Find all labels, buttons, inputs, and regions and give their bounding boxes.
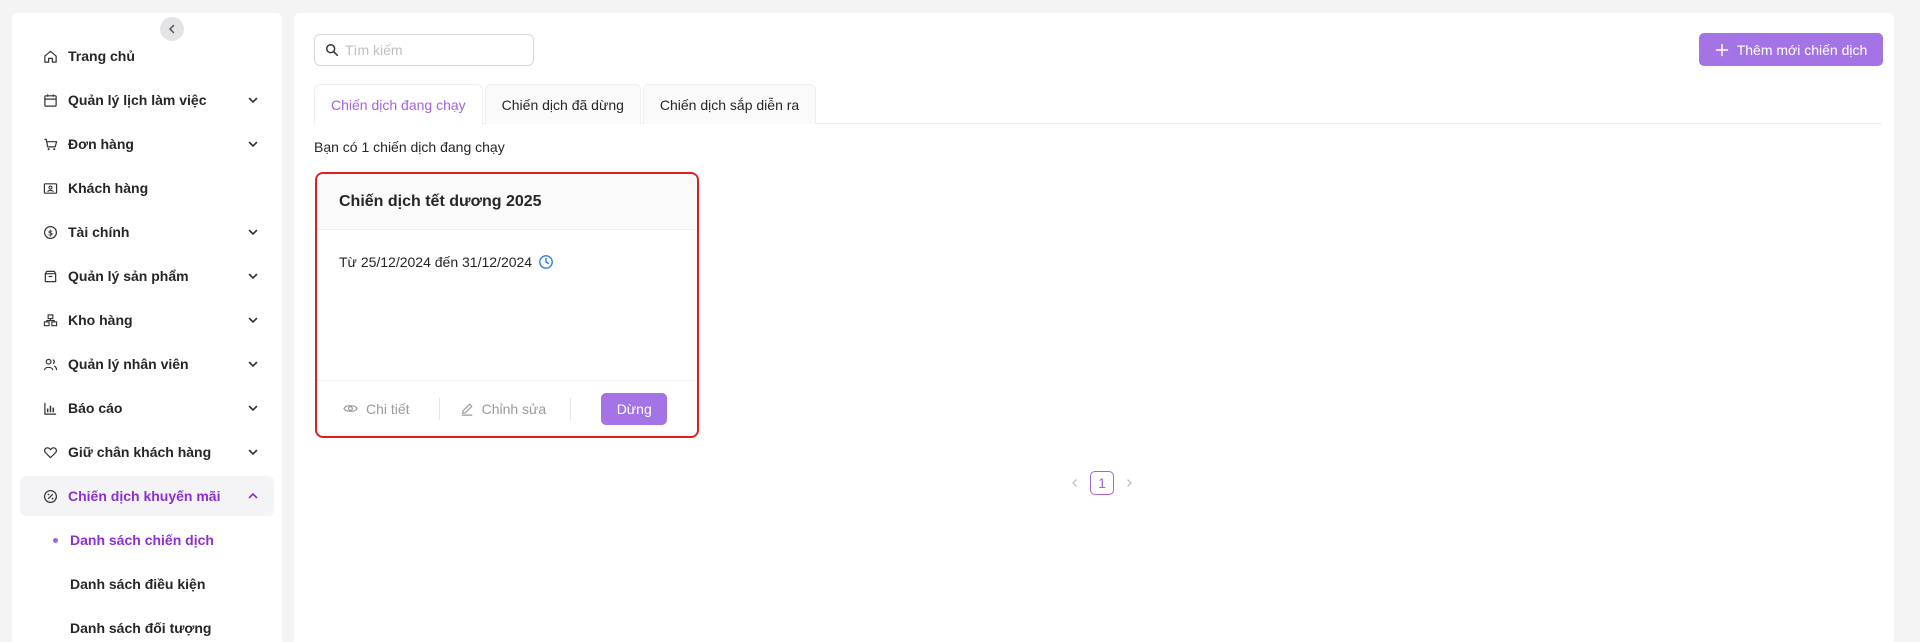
search-input[interactable] [345, 42, 525, 58]
add-campaign-label: Thêm mới chiến dịch [1736, 41, 1868, 58]
campaign-title: Chiến dịch tết dương 2025 [317, 174, 697, 230]
sidebar-item-products[interactable]: Quản lý sản phẩm [20, 256, 274, 296]
detail-label: Chi tiết [366, 400, 410, 417]
pencil-icon [460, 402, 474, 416]
campaign-tabs: Chiến dịch đang chạy Chiến dịch đã dừng … [314, 84, 1882, 125]
main-panel: Thêm mới chiến dịch Chiến dịch đang chạy… [294, 13, 1894, 642]
campaign-body: Từ 25/12/2024 đến 31/12/2024 [317, 230, 697, 380]
sidebar-item-label: Quản lý sản phẩm [68, 268, 189, 284]
sidebar-subitem-label: Danh sách chiến dịch [70, 532, 214, 548]
users-icon [42, 356, 58, 372]
chevron-down-icon [246, 401, 260, 415]
calendar-icon [42, 92, 58, 108]
detail-button[interactable]: Chi tiết [343, 401, 410, 417]
search-icon [326, 44, 339, 57]
home-icon [42, 48, 58, 64]
sidebar-item-orders[interactable]: Đơn hàng [20, 124, 274, 164]
sidebar-item-home[interactable]: Trang chủ [20, 36, 274, 76]
sidebar-item-schedule[interactable]: Quản lý lịch làm việc [20, 80, 274, 120]
sidebar-item-retention[interactable]: Giữ chân khách hàng [20, 432, 274, 472]
prev-page-button[interactable] [1066, 471, 1084, 495]
clock-icon [538, 254, 554, 270]
campaign-date-range: Từ 25/12/2024 đến 31/12/2024 [339, 254, 533, 270]
divider [438, 397, 440, 420]
chevron-down-icon [246, 137, 260, 151]
chevron-left-icon [1072, 479, 1077, 487]
chevron-down-icon [246, 93, 260, 107]
chevron-right-icon [1127, 479, 1132, 487]
chevron-down-icon [246, 445, 260, 459]
page-number[interactable]: 1 [1090, 471, 1114, 495]
campaign-card: Chiến dịch tết dương 2025 Từ 25/12/2024 … [315, 172, 699, 438]
sidebar-subitem-condition-list[interactable]: Danh sách điều kiện [20, 564, 274, 604]
sidebar-item-label: Quản lý nhân viên [68, 356, 189, 372]
sidebar-subitem-label: Danh sách điều kiện [70, 576, 206, 592]
sidebar-item-label: Chiến dịch khuyến mãi [68, 488, 221, 504]
sidebar-item-promotions[interactable]: Chiến dịch khuyến mãi [20, 476, 274, 516]
svg-text:$: $ [47, 228, 52, 237]
tab-running[interactable]: Chiến dịch đang chạy [314, 84, 483, 125]
chevron-down-icon [246, 269, 260, 283]
sidebar-item-label: Giữ chân khách hàng [68, 444, 212, 460]
chevron-down-icon [246, 313, 260, 327]
sidebar-item-finance[interactable]: $ Tài chính [20, 212, 274, 252]
sidebar-item-label: Đơn hàng [68, 136, 134, 152]
sidebar-subitem-target-list[interactable]: Danh sách đối tượng [20, 608, 274, 642]
sidebar-item-reports[interactable]: Báo cáo [20, 388, 274, 428]
pagination: 1 [1066, 471, 1138, 495]
stop-button[interactable]: Dừng [601, 392, 668, 425]
tab-stopped[interactable]: Chiến dịch đã dừng [484, 84, 641, 124]
add-campaign-button[interactable]: Thêm mới chiến dịch [1699, 33, 1883, 66]
bar-chart-icon [42, 400, 58, 416]
sidebar-subitem-label: Danh sách đối tượng [70, 620, 212, 636]
sidebar-item-label: Tài chính [68, 224, 130, 240]
edit-button[interactable]: Chỉnh sửa [460, 400, 547, 417]
divider [570, 397, 572, 420]
next-page-button[interactable] [1120, 471, 1138, 495]
eye-icon [343, 401, 358, 416]
cart-icon [42, 136, 58, 152]
active-dot [53, 538, 58, 543]
sidebar-item-label: Quản lý lịch làm việc [68, 92, 207, 108]
chevron-left-icon [168, 24, 175, 34]
chevron-down-icon [246, 225, 260, 239]
sidebar: Trang chủ Quản lý lịch làm việc Đơn hàng… [12, 13, 282, 642]
chevron-up-icon [246, 489, 260, 503]
plus-icon [1715, 43, 1729, 57]
id-card-icon [42, 180, 58, 196]
sidebar-item-label: Kho hàng [68, 312, 133, 328]
warehouse-icon [42, 312, 58, 328]
edit-label: Chỉnh sửa [481, 400, 547, 417]
sidebar-item-label: Báo cáo [68, 400, 123, 416]
sidebar-subitem-campaign-list[interactable]: Danh sách chiến dịch [20, 520, 274, 560]
campaign-count-text: Bạn có 1 chiến dịch đang chạy [314, 139, 505, 155]
discount-icon [42, 488, 58, 504]
heart-icon [42, 444, 58, 460]
dollar-circle-icon: $ [42, 224, 58, 240]
sidebar-item-label: Trang chủ [68, 48, 135, 64]
tab-upcoming[interactable]: Chiến dịch sắp diễn ra [642, 84, 817, 124]
sidebar-menu: Trang chủ Quản lý lịch làm việc Đơn hàng… [20, 36, 274, 642]
sidebar-item-label: Khách hàng [68, 180, 149, 196]
chevron-down-icon [246, 357, 260, 371]
sidebar-collapse-button[interactable] [160, 17, 184, 41]
sidebar-item-warehouse[interactable]: Kho hàng [20, 300, 274, 340]
search-box[interactable] [314, 34, 534, 66]
box-icon [42, 268, 58, 284]
sidebar-item-customers[interactable]: Khách hàng [20, 168, 274, 208]
sidebar-item-staff[interactable]: Quản lý nhân viên [20, 344, 274, 384]
campaign-actions: Chi tiết Chỉnh sửa Dừng [317, 380, 697, 436]
